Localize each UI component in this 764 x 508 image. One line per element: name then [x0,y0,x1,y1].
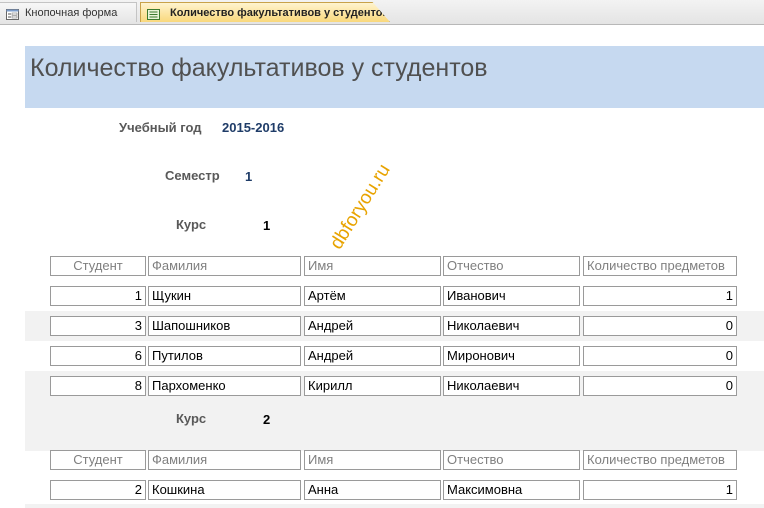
report-header-band: Количество факультативов у студентов [25,46,764,108]
semester-label: Семестр [165,168,220,183]
tab-label: Кнопочная форма [25,7,118,19]
col-header-first-name: Имя [304,256,441,276]
document-tab-bar: Кнопочная форма Количество факультативов… [0,0,764,25]
patronymic-cell[interactable]: Максимовна [443,480,580,500]
subject-count-cell[interactable]: 0 [583,346,737,366]
first-name-cell[interactable]: Андрей [304,316,441,336]
student-cell[interactable]: 1 [50,286,146,306]
col-header-subject-count: Количество предметов [583,450,737,470]
col-header-patronymic: Отчество [443,450,580,470]
student-cell[interactable]: 6 [50,346,146,366]
student-cell[interactable]: 8 [50,376,146,396]
semester-value: 1 [245,169,253,184]
first-name-cell[interactable]: Анна [304,480,441,500]
course-label: Курс [176,217,207,232]
col-header-subject-count: Количество предметов [583,256,737,276]
last-name-cell[interactable]: Путилов [148,346,301,366]
col-header-first-name: Имя [304,450,441,470]
first-name-cell[interactable]: Артём [304,286,441,306]
subject-count-cell[interactable]: 0 [583,316,737,336]
last-name-cell[interactable]: Пархоменко [148,376,301,396]
first-name-cell[interactable]: Андрей [304,346,441,366]
subject-count-cell[interactable]: 0 [583,376,737,396]
course-value: 1 [263,218,271,233]
col-header-student: Студент [50,256,146,276]
subject-count-cell[interactable]: 1 [583,480,737,500]
col-header-last-name: Фамилия [148,450,301,470]
academic-year-value: 2015-2016 [222,120,285,135]
watermark: dbforyou.ru [326,160,395,254]
patronymic-cell[interactable]: Николаевич [443,316,580,336]
col-header-last-name: Фамилия [148,256,301,276]
form-icon [6,7,19,20]
course-label: Курс [176,411,207,426]
patronymic-cell[interactable]: Николаевич [443,376,580,396]
tab-report-electives-count[interactable]: Количество факультативов у студентов [140,2,390,22]
student-cell[interactable]: 3 [50,316,146,336]
report-icon [147,7,160,20]
col-header-student: Студент [50,450,146,470]
last-name-cell[interactable]: Шапошников [148,316,301,336]
patronymic-cell[interactable]: Иванович [443,286,580,306]
student-cell[interactable]: 2 [50,480,146,500]
last-name-cell[interactable]: Кошкина [148,480,301,500]
report-title: Количество факультативов у студентов [30,54,488,82]
subject-count-cell[interactable]: 1 [583,286,737,306]
course-value: 2 [263,412,271,427]
alt-row-band [25,504,764,508]
col-header-patronymic: Отчество [443,256,580,276]
tab-label: Количество факультативов у студентов [170,7,390,19]
tab-switchboard-form[interactable]: Кнопочная форма [0,2,137,22]
last-name-cell[interactable]: Щукин [148,286,301,306]
patronymic-cell[interactable]: Миронович [443,346,580,366]
first-name-cell[interactable]: Кирилл [304,376,441,396]
academic-year-label: Учебный год [119,120,202,135]
